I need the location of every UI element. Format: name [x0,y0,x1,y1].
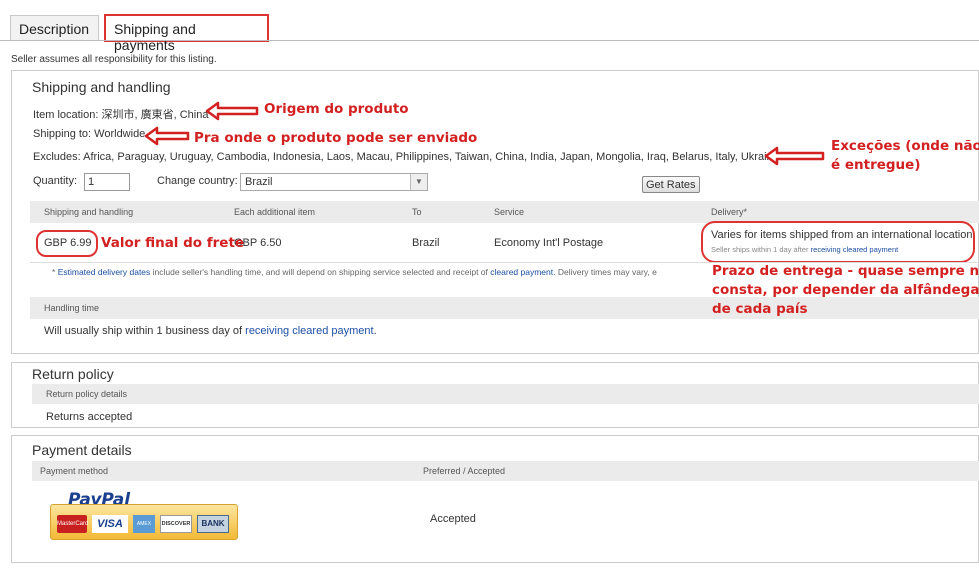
arrow-icon-destino [144,126,190,146]
annotation-valor: Valor final do frete [101,235,245,251]
arrow-icon-excecoes [764,146,825,166]
arrow-icon-origem [205,101,259,121]
annotation-pra-onde: Pra onde o produto pode ser enviado [194,130,478,146]
annotation-prazo-1: Prazo de entrega - quase sempre não [712,263,979,279]
annotation-excecoes-2: é entregue) [831,157,921,173]
annotation-origem: Origem do produto [264,101,409,117]
annotation-prazo-3: de cada país [712,301,808,317]
annotation-excecoes-1: Exceções (onde não [831,138,979,154]
annotation-prazo-2: consta, por depender da alfândega [712,282,979,298]
